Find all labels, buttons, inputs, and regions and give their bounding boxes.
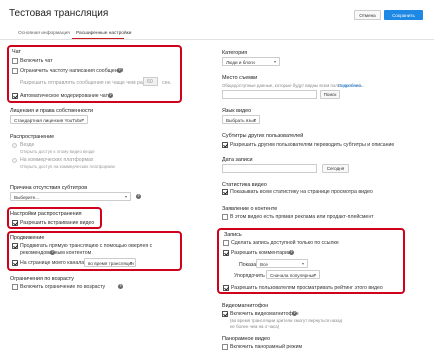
- tab-basic-info[interactable]: Основная информация: [18, 31, 70, 37]
- dvr-desc-2: не более чем на 4 часа): [230, 324, 280, 329]
- license-heading: Лицензия и права собственности: [10, 108, 94, 114]
- chat-highlight-box: [7, 45, 182, 103]
- location-search-button[interactable]: Поиск: [320, 90, 340, 99]
- promo-highlight-box: [7, 231, 182, 271]
- category-heading: Категория: [222, 50, 248, 56]
- content-checkbox[interactable]: [222, 214, 228, 220]
- age-enable-label: Включить ограничение по возрасту: [20, 284, 106, 290]
- pano-checkbox[interactable]: [222, 344, 228, 350]
- broadcast-highlight-box: [7, 207, 102, 229]
- language-select-value: Выбрать язык: [226, 117, 256, 123]
- location-heading: Место съемки: [222, 75, 258, 81]
- age-help-icon[interactable]: ?: [118, 284, 123, 289]
- today-button[interactable]: Сегодня: [322, 164, 349, 173]
- cancel-button[interactable]: Отмена: [354, 10, 381, 20]
- subtitles-help-icon[interactable]: ?: [136, 194, 141, 199]
- stats-label: Показывать всем статистику на странице п…: [230, 189, 373, 195]
- community-subs-heading: Субтитры других пользователей: [222, 133, 304, 139]
- category-select-value: Люди и блоги: [226, 59, 255, 65]
- stats-checkbox[interactable]: [222, 189, 228, 195]
- chevron-down-icon: [82, 119, 84, 122]
- record-date-input[interactable]: [222, 164, 317, 173]
- location-more-link[interactable]: Подробнее...: [338, 83, 364, 88]
- location-input[interactable]: [222, 90, 317, 99]
- pano-label: Включить панорамный режим: [230, 344, 303, 350]
- dvr-checkbox[interactable]: [222, 311, 228, 317]
- distribution-commercial-sub: Открыть доступ на коммерческих платформа…: [20, 164, 115, 169]
- distribution-everywhere-radio[interactable]: [12, 143, 17, 148]
- category-select[interactable]: Люди и блоги: [222, 57, 280, 66]
- distribution-everywhere-label: Везде: [20, 142, 35, 148]
- distribution-commercial-radio[interactable]: [12, 158, 17, 163]
- record-date-heading: Дата записи: [222, 157, 253, 163]
- dvr-help-icon[interactable]: ?: [292, 311, 297, 316]
- page-title: Тестовая трансляция: [9, 8, 109, 19]
- community-subs-checkbox[interactable]: [222, 142, 228, 148]
- subtitles-heading: Причина отсутствия субтитров: [10, 185, 88, 191]
- dvr-heading: Видеомагнитофон: [222, 303, 269, 309]
- chevron-down-icon: [254, 119, 256, 122]
- license-select[interactable]: Стандартная лицензия YouTube: [10, 115, 88, 124]
- language-heading: Язык видео: [222, 108, 252, 114]
- distribution-commercial-label: На коммерческих платформах: [20, 157, 94, 163]
- community-subs-label: Разрешить другим пользователям переводит…: [230, 142, 395, 148]
- stats-heading: Статистика видео: [222, 182, 267, 188]
- language-select[interactable]: Выбрать язык: [222, 115, 260, 124]
- content-heading: Заявление о контенте: [222, 206, 278, 212]
- license-select-value: Стандартная лицензия YouTube: [14, 117, 83, 123]
- content-label: В этом видео есть прямая реклама или про…: [230, 214, 374, 220]
- subtitles-select[interactable]: Выберите...: [10, 192, 131, 201]
- distribution-heading: Распространение: [10, 134, 55, 140]
- comments-highlight-box: [217, 228, 405, 294]
- distribution-everywhere-sub: Открыть доступ к этому видео везде: [20, 149, 95, 154]
- subtitles-select-value: Выберите...: [14, 194, 40, 200]
- age-enable-checkbox[interactable]: [12, 284, 18, 290]
- dvr-desc-1: (во время трансляции зрители смогут верн…: [230, 318, 343, 323]
- tab-advanced-settings[interactable]: Расширенные настройки: [76, 31, 131, 37]
- tabs-divider: [0, 39, 434, 40]
- age-heading: Ограничения по возрасту: [10, 276, 74, 282]
- chevron-down-icon: [125, 196, 127, 199]
- save-button[interactable]: Сохранить: [384, 10, 423, 20]
- dvr-label: Включить видеомагнитофон: [230, 311, 299, 317]
- chevron-down-icon: [274, 61, 276, 64]
- pano-heading: Панорамное видео: [222, 336, 271, 342]
